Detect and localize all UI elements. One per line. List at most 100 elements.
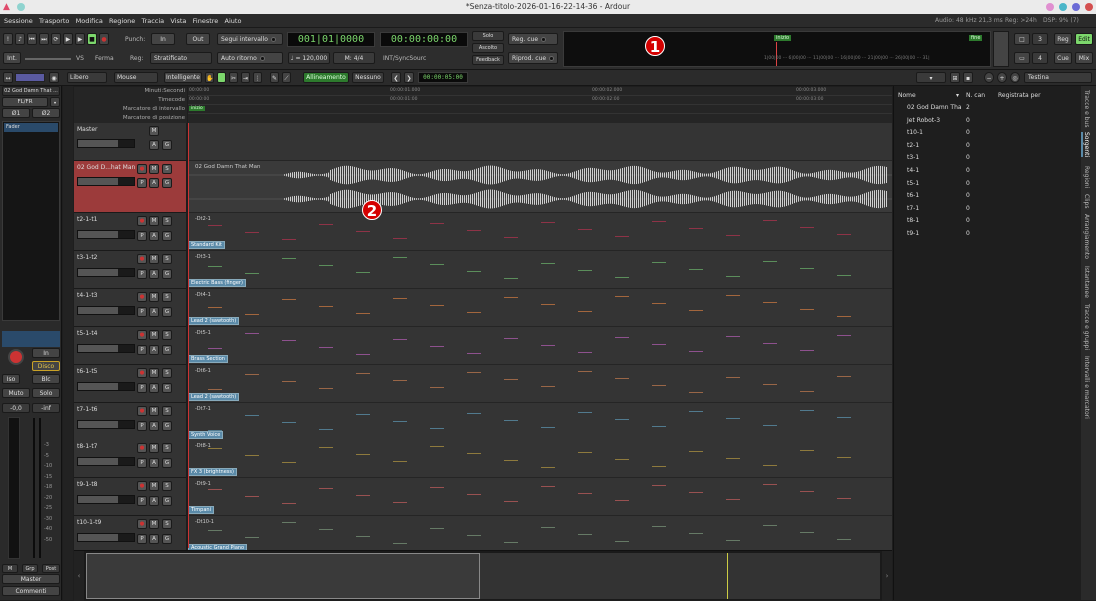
- track-fader[interactable]: [77, 139, 135, 148]
- track-header-02[interactable]: 02 God D...hat Man ● M S P A G: [74, 161, 186, 213]
- track-header-master[interactable]: Master M A G: [74, 123, 186, 161]
- midi-note[interactable]: [245, 414, 259, 416]
- midi-region-name[interactable]: -Dt10-1: [195, 519, 214, 525]
- solo-btn[interactable]: S: [162, 291, 172, 302]
- playlist-btn[interactable]: P: [137, 178, 147, 188]
- mute-btn[interactable]: M: [149, 329, 159, 340]
- disk-button[interactable]: Disco: [32, 361, 60, 371]
- midi-note[interactable]: [393, 502, 407, 504]
- midi-note[interactable]: [541, 222, 555, 223]
- arrange-icon[interactable]: ⊞: [950, 72, 960, 83]
- midi-note[interactable]: [615, 336, 629, 338]
- bbt-clock[interactable]: 001|01|0000: [287, 32, 375, 47]
- track-header-midi[interactable]: t5-1-t4 ● M S P A G: [74, 326, 186, 365]
- track-fader[interactable]: [77, 533, 135, 543]
- cue-window-button[interactable]: Cue: [1054, 52, 1072, 64]
- midi-note[interactable]: [541, 467, 555, 469]
- nudge-clock[interactable]: 00:00:05:00: [418, 72, 468, 83]
- processor-box[interactable]: Fader: [2, 121, 60, 321]
- track-fader[interactable]: [77, 457, 135, 467]
- midi-note[interactable]: [652, 221, 666, 222]
- tempo-button[interactable]: ♩ = 120,000: [288, 52, 330, 64]
- track-fader[interactable]: [77, 267, 135, 277]
- playlist-btn[interactable]: P: [137, 458, 147, 469]
- rec-arm-btn[interactable]: ●: [137, 216, 147, 226]
- midi-note[interactable]: [467, 453, 481, 455]
- automation-btn[interactable]: A: [149, 458, 159, 469]
- midi-note[interactable]: [467, 270, 481, 272]
- track-header-midi[interactable]: t10-1-t9 ● M S P A G: [74, 516, 186, 555]
- rec-arm-btn[interactable]: ●: [137, 405, 147, 416]
- rec-arm-btn[interactable]: ●: [137, 443, 147, 454]
- mute-btn[interactable]: M: [149, 405, 159, 416]
- panner[interactable]: [2, 331, 60, 347]
- record-icon[interactable]: ●: [99, 33, 109, 45]
- in-button[interactable]: In: [32, 348, 60, 358]
- midi-note[interactable]: [208, 448, 222, 450]
- rec-arm-btn[interactable]: ●: [137, 519, 147, 530]
- lock-button[interactable]: Blc: [32, 374, 60, 384]
- midi-note[interactable]: [245, 272, 259, 274]
- rec-arm-btn[interactable]: ●: [137, 164, 147, 174]
- cut-tool-icon[interactable]: ✂: [229, 72, 238, 83]
- group-btn[interactable]: G: [162, 458, 172, 469]
- track-name[interactable]: t7-1-t6: [77, 406, 135, 413]
- midi-note[interactable]: [541, 486, 555, 488]
- tab-sources[interactable]: Sorgenti: [1081, 132, 1090, 158]
- mute-btn[interactable]: M: [149, 291, 159, 302]
- col-captured[interactable]: Registrata per: [998, 92, 1041, 99]
- rec-arm-btn[interactable]: ●: [137, 329, 147, 340]
- midi-note[interactable]: [726, 275, 740, 277]
- solo-btn[interactable]: S: [162, 367, 172, 378]
- mini-timeline[interactable]: inizio fine 1|00|00 ··· 6|00|00 ··· 11|0…: [563, 31, 991, 67]
- track-name[interactable]: t8-1-t7: [77, 443, 135, 450]
- rec-arm-btn[interactable]: ●: [137, 481, 147, 492]
- midi-note[interactable]: [356, 413, 370, 415]
- num-button-3[interactable]: 3: [1032, 33, 1048, 45]
- content-tool-icon[interactable]: ⟋: [282, 72, 291, 83]
- midi-note[interactable]: [615, 541, 629, 543]
- fullscreen-icon[interactable]: □: [1014, 33, 1030, 45]
- midi-note[interactable]: [504, 296, 518, 298]
- mute-btn[interactable]: M: [149, 253, 159, 264]
- midi-lane[interactable]: -Dt3-1 Electric Bass (finger): [188, 250, 892, 289]
- tab-regions[interactable]: Regioni: [1083, 166, 1090, 188]
- track-name[interactable]: t10-1-t9: [77, 519, 135, 526]
- scroll-left-icon[interactable]: ‹: [74, 551, 84, 601]
- midi-lane[interactable]: -Dt8-1 FX 3 (brightness): [188, 440, 892, 479]
- instrument-label[interactable]: Electric Bass (finger): [188, 278, 246, 287]
- midi-note[interactable]: [504, 419, 518, 421]
- midi-note[interactable]: [837, 498, 851, 500]
- midi-note[interactable]: [837, 315, 851, 317]
- zoom-out-icon[interactable]: −: [984, 72, 994, 83]
- midi-note[interactable]: [245, 232, 259, 233]
- meter-button[interactable]: M: 4/4: [333, 52, 375, 64]
- midi-note[interactable]: [245, 332, 259, 334]
- midi-note[interactable]: [393, 420, 407, 422]
- track-name[interactable]: t6-1-t5: [77, 368, 135, 375]
- automation-btn[interactable]: A: [149, 382, 159, 393]
- midi-note[interactable]: [430, 345, 444, 347]
- midi-note[interactable]: [356, 271, 370, 273]
- midi-note[interactable]: [837, 416, 851, 418]
- midi-note[interactable]: [615, 377, 629, 379]
- rec-arm-button[interactable]: [8, 349, 24, 365]
- midi-note[interactable]: [504, 501, 518, 503]
- instrument-label[interactable]: Lead 2 (sawtooth): [188, 316, 240, 325]
- menu-aiuto[interactable]: Aiuto: [225, 17, 242, 25]
- tab-snapshots[interactable]: Istantanee: [1083, 266, 1090, 298]
- nudge-forward-icon[interactable]: ❯: [404, 72, 414, 83]
- midi-note[interactable]: [356, 495, 370, 497]
- menu-traccia[interactable]: Traccia: [142, 17, 165, 25]
- automation-btn[interactable]: A: [149, 344, 159, 355]
- goto-start-icon[interactable]: ⏮: [27, 33, 37, 45]
- midi-note[interactable]: [837, 234, 851, 235]
- midi-note[interactable]: [504, 378, 518, 380]
- midi-note[interactable]: [652, 384, 666, 386]
- menu-modifica[interactable]: Modifica: [76, 17, 103, 25]
- zoom-fit-icon[interactable]: ◎: [1010, 72, 1020, 83]
- track-name[interactable]: t4-1-t3: [77, 292, 135, 299]
- session-start-marker[interactable]: inizio: [189, 106, 205, 111]
- timecode-clock[interactable]: 00:00:00:00: [380, 32, 468, 47]
- zoom-in-icon[interactable]: +: [997, 72, 1007, 83]
